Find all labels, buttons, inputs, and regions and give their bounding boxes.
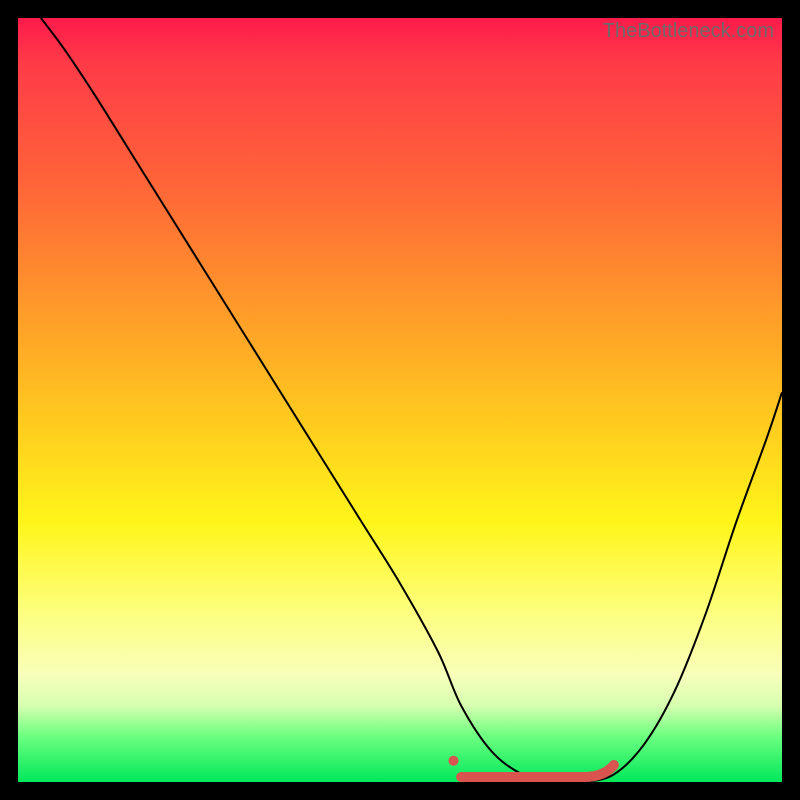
plot-area: TheBottleneck.com — [18, 18, 782, 782]
curve-svg — [18, 18, 782, 782]
bottleneck-curve — [41, 18, 782, 783]
marker-dot — [448, 756, 458, 766]
optimal-range-highlight — [461, 765, 614, 777]
chart-frame: TheBottleneck.com — [0, 0, 800, 800]
